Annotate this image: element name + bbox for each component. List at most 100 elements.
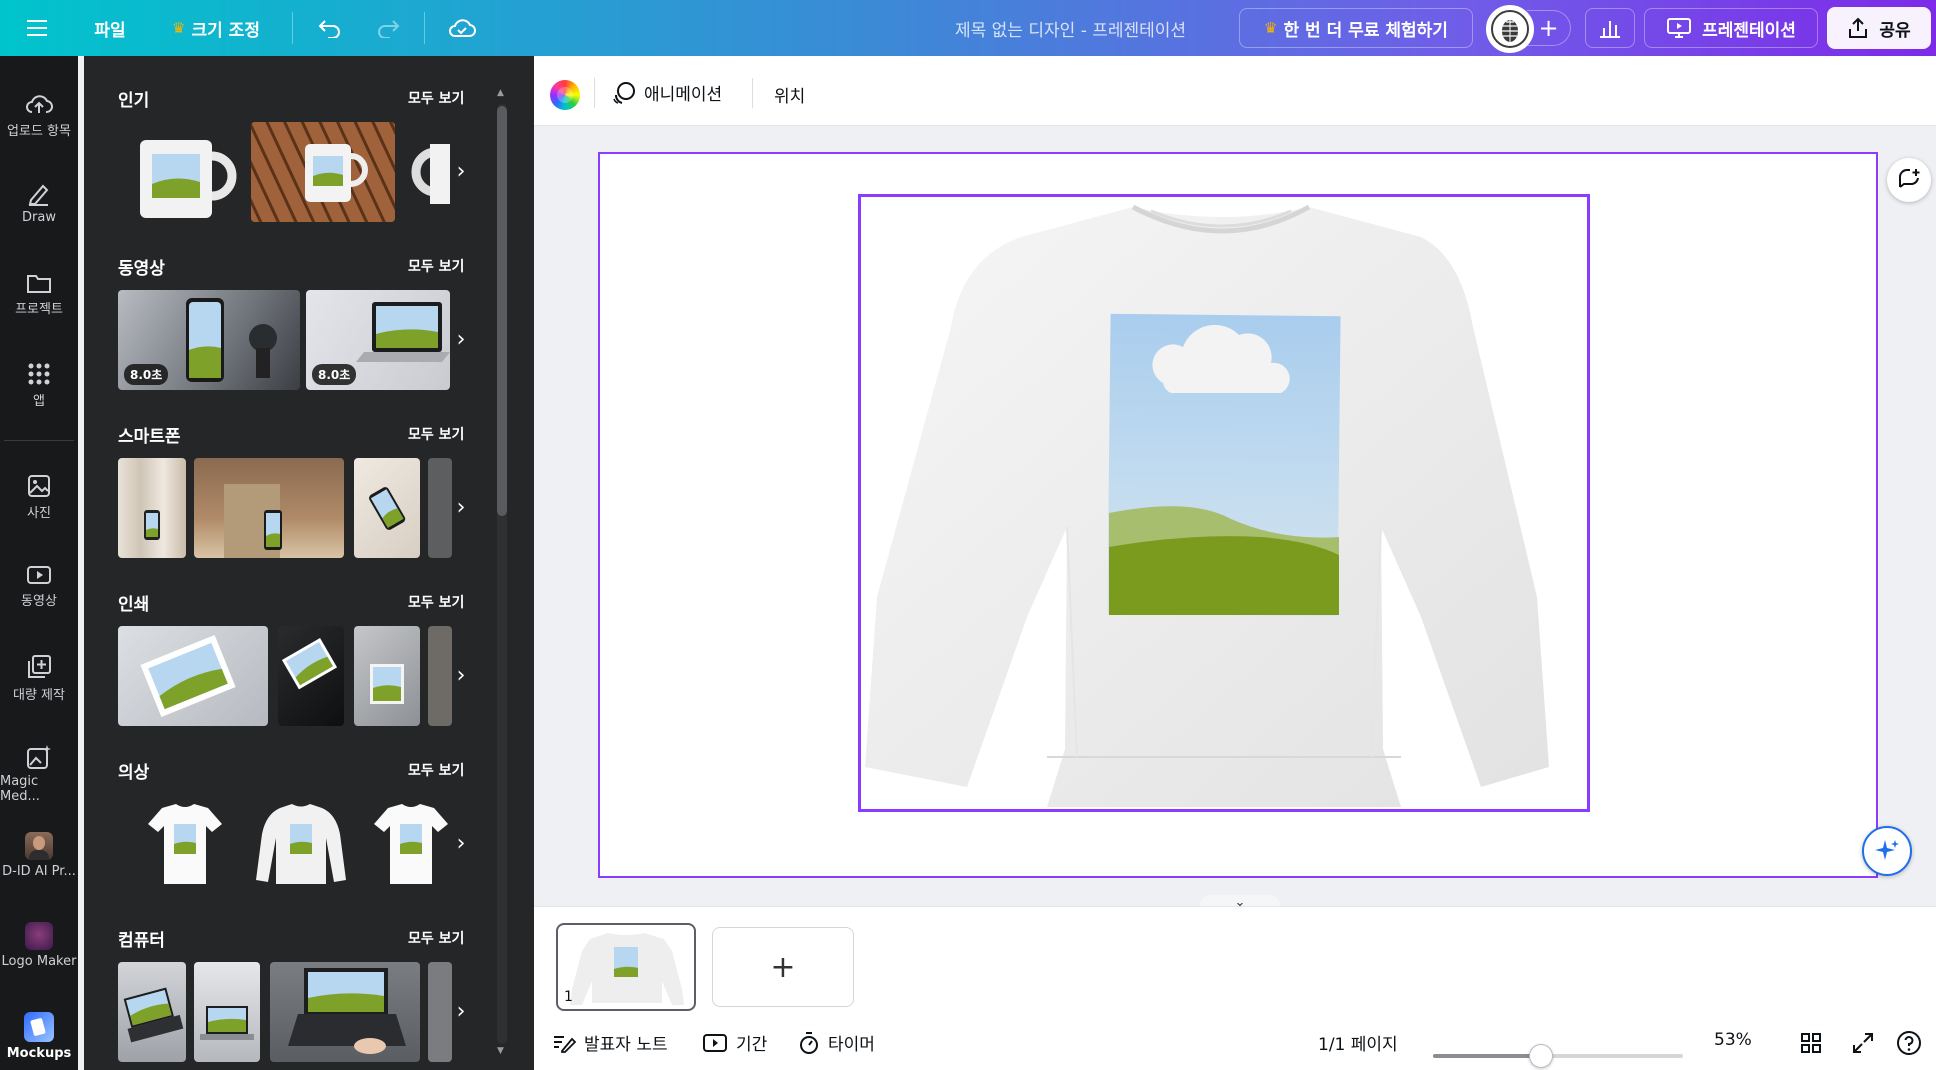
section-title-computer: 컴퓨터 <box>118 931 165 951</box>
mockup-thumb[interactable] <box>118 962 186 1062</box>
share-button[interactable]: 공유 <box>1827 7 1931 49</box>
zoom-slider[interactable] <box>1433 1044 1683 1068</box>
rail-label: Magic Med... <box>0 774 40 804</box>
file-menu-button[interactable]: 파일 <box>80 8 140 48</box>
speaker-notes-button[interactable]: 발표자 노트 <box>552 1030 668 1055</box>
panel-scrollbar[interactable]: ▲ ▼ <box>493 88 509 1058</box>
timer-label: 타이머 <box>828 1035 875 1055</box>
invite-button[interactable]: + <box>1527 10 1571 46</box>
undo-icon <box>318 20 340 38</box>
rail-item-apps[interactable]: 앱 <box>0 362 78 409</box>
zoom-level[interactable]: 53% <box>1714 1030 1752 1050</box>
context-toolbar: 애니메이션 위치 <box>534 56 1936 126</box>
mockup-thumb[interactable] <box>251 122 395 222</box>
rail-item-videos[interactable]: 동영상 <box>0 564 78 609</box>
add-page-button[interactable]: + <box>712 927 854 1007</box>
rail-item-projects[interactable]: 프로젝트 <box>0 272 78 317</box>
draw-icon <box>28 184 49 206</box>
mockups-panel: 인기 모두 보기 › 동영상 모두 보기 8.0초 8.0초 › 스마트폰 모두… <box>84 56 534 1070</box>
color-picker-button[interactable] <box>550 80 580 110</box>
see-all-video-link[interactable]: 모두 보기 <box>408 256 464 276</box>
undo-button[interactable] <box>310 8 350 48</box>
position-button[interactable]: 위치 <box>774 82 805 107</box>
share-label: 공유 <box>1879 20 1911 41</box>
sweatshirt-mockup-thumb[interactable] <box>246 794 356 894</box>
mockup-thumb[interactable] <box>130 122 240 222</box>
carousel-next-button[interactable]: › <box>448 998 474 1024</box>
rail-item-uploads[interactable]: 업로드 항목 <box>0 92 78 139</box>
divider <box>424 12 425 44</box>
cloud-check-icon <box>449 19 476 37</box>
mockup-thumb[interactable] <box>194 458 344 558</box>
insights-button[interactable] <box>1585 8 1635 48</box>
section-title-popular: 인기 <box>118 91 150 111</box>
carousel-next-button[interactable]: › <box>448 830 474 856</box>
document-title[interactable]: 제목 없는 디자인 - 프레젠테이션 <box>955 16 1186 41</box>
animate-button[interactable]: 애니메이션 <box>612 80 722 105</box>
rail-item-magic-media[interactable]: Magic Med... <box>0 744 78 804</box>
video-thumb[interactable]: 8.0초 <box>306 290 450 390</box>
rail-label: Logo Maker <box>1 954 77 969</box>
redo-button[interactable] <box>368 8 408 48</box>
rail-label: 대량 제작 <box>13 688 65 703</box>
timer-button[interactable]: 타이머 <box>798 1030 875 1055</box>
tshirt-mockup-thumb[interactable] <box>130 794 240 894</box>
carousel-next-button[interactable]: › <box>448 326 474 352</box>
help-button[interactable] <box>1896 1030 1930 1056</box>
mockup-thumb[interactable] <box>278 626 344 726</box>
see-all-computer-link[interactable]: 모두 보기 <box>408 928 464 948</box>
scrollbar-thumb[interactable] <box>497 106 507 516</box>
scroll-up-arrow-icon[interactable]: ▲ <box>497 88 504 98</box>
scroll-down-arrow-icon[interactable]: ▼ <box>497 1046 504 1056</box>
video-thumb[interactable]: 8.0초 <box>118 290 300 390</box>
page-thumbnail[interactable]: 1 <box>556 923 696 1011</box>
mockup-thumb[interactable] <box>354 458 420 558</box>
rail-item-did-ai[interactable]: D-ID AI Pr... <box>0 832 78 879</box>
rail-label: 동영상 <box>21 594 57 609</box>
selected-sweatshirt-mockup[interactable] <box>858 194 1590 812</box>
mockup-thumb[interactable] <box>270 962 420 1062</box>
duration-button[interactable]: 기간 <box>702 1030 767 1055</box>
rail-item-bulk-create[interactable]: 대량 제작 <box>0 654 78 703</box>
section-title-print: 인쇄 <box>118 595 150 615</box>
grid-view-button[interactable] <box>1800 1032 1830 1054</box>
rail-item-logo-maker[interactable]: Logo Maker <box>0 922 78 969</box>
see-all-smartphone-link[interactable]: 모두 보기 <box>408 424 464 444</box>
page-number: 1 <box>564 989 573 1005</box>
fullscreen-expand-icon <box>1853 1033 1873 1053</box>
carousel-next-button[interactable]: › <box>448 158 474 184</box>
rail-item-mockups[interactable]: Mockups <box>0 1012 78 1061</box>
mockup-thumb[interactable] <box>194 962 260 1062</box>
zoom-slider-fill <box>1433 1054 1541 1058</box>
mockup-thumb[interactable] <box>118 458 186 558</box>
see-all-popular-link[interactable]: 모두 보기 <box>408 88 464 108</box>
add-comment-button[interactable] <box>1887 158 1931 202</box>
mockup-thumb[interactable] <box>406 122 450 222</box>
zoom-slider-handle[interactable] <box>1528 1044 1553 1068</box>
see-all-apparel-link[interactable]: 모두 보기 <box>408 760 464 780</box>
fullscreen-button[interactable] <box>1852 1032 1882 1054</box>
rail-item-photos[interactable]: 사진 <box>0 474 78 521</box>
crown-icon: ♛ <box>172 19 186 37</box>
mockup-thumb[interactable] <box>118 626 268 726</box>
rail-label: 업로드 항목 <box>7 124 71 139</box>
duration-label: 기간 <box>736 1035 768 1055</box>
chevron-right-icon: › <box>456 158 466 184</box>
mockup-thumb[interactable] <box>354 626 420 726</box>
rail-item-draw[interactable]: Draw <box>0 182 78 225</box>
present-button[interactable]: 프레젠테이션 <box>1644 8 1818 48</box>
carousel-next-button[interactable]: › <box>448 662 474 688</box>
magic-assistant-button[interactable] <box>1862 826 1912 876</box>
carousel-next-button[interactable]: › <box>448 494 474 520</box>
video-duration-badge: 8.0초 <box>124 364 169 385</box>
did-avatar-icon <box>25 832 53 860</box>
main-menu-button[interactable] <box>18 8 58 48</box>
page-indicator[interactable]: 1/1 페이지 <box>1318 1030 1398 1055</box>
resize-button[interactable]: ♛ 크기 조정 <box>156 8 276 48</box>
notes-pen-icon <box>554 1035 576 1053</box>
cloud-save-status[interactable] <box>440 8 484 48</box>
see-all-print-link[interactable]: 모두 보기 <box>408 592 464 612</box>
sparkle-icon <box>1875 840 1899 860</box>
pages-strip: 1 + <box>534 906 1936 1016</box>
free-trial-button[interactable]: ♛ 한 번 더 무료 체험하기 <box>1239 8 1473 48</box>
